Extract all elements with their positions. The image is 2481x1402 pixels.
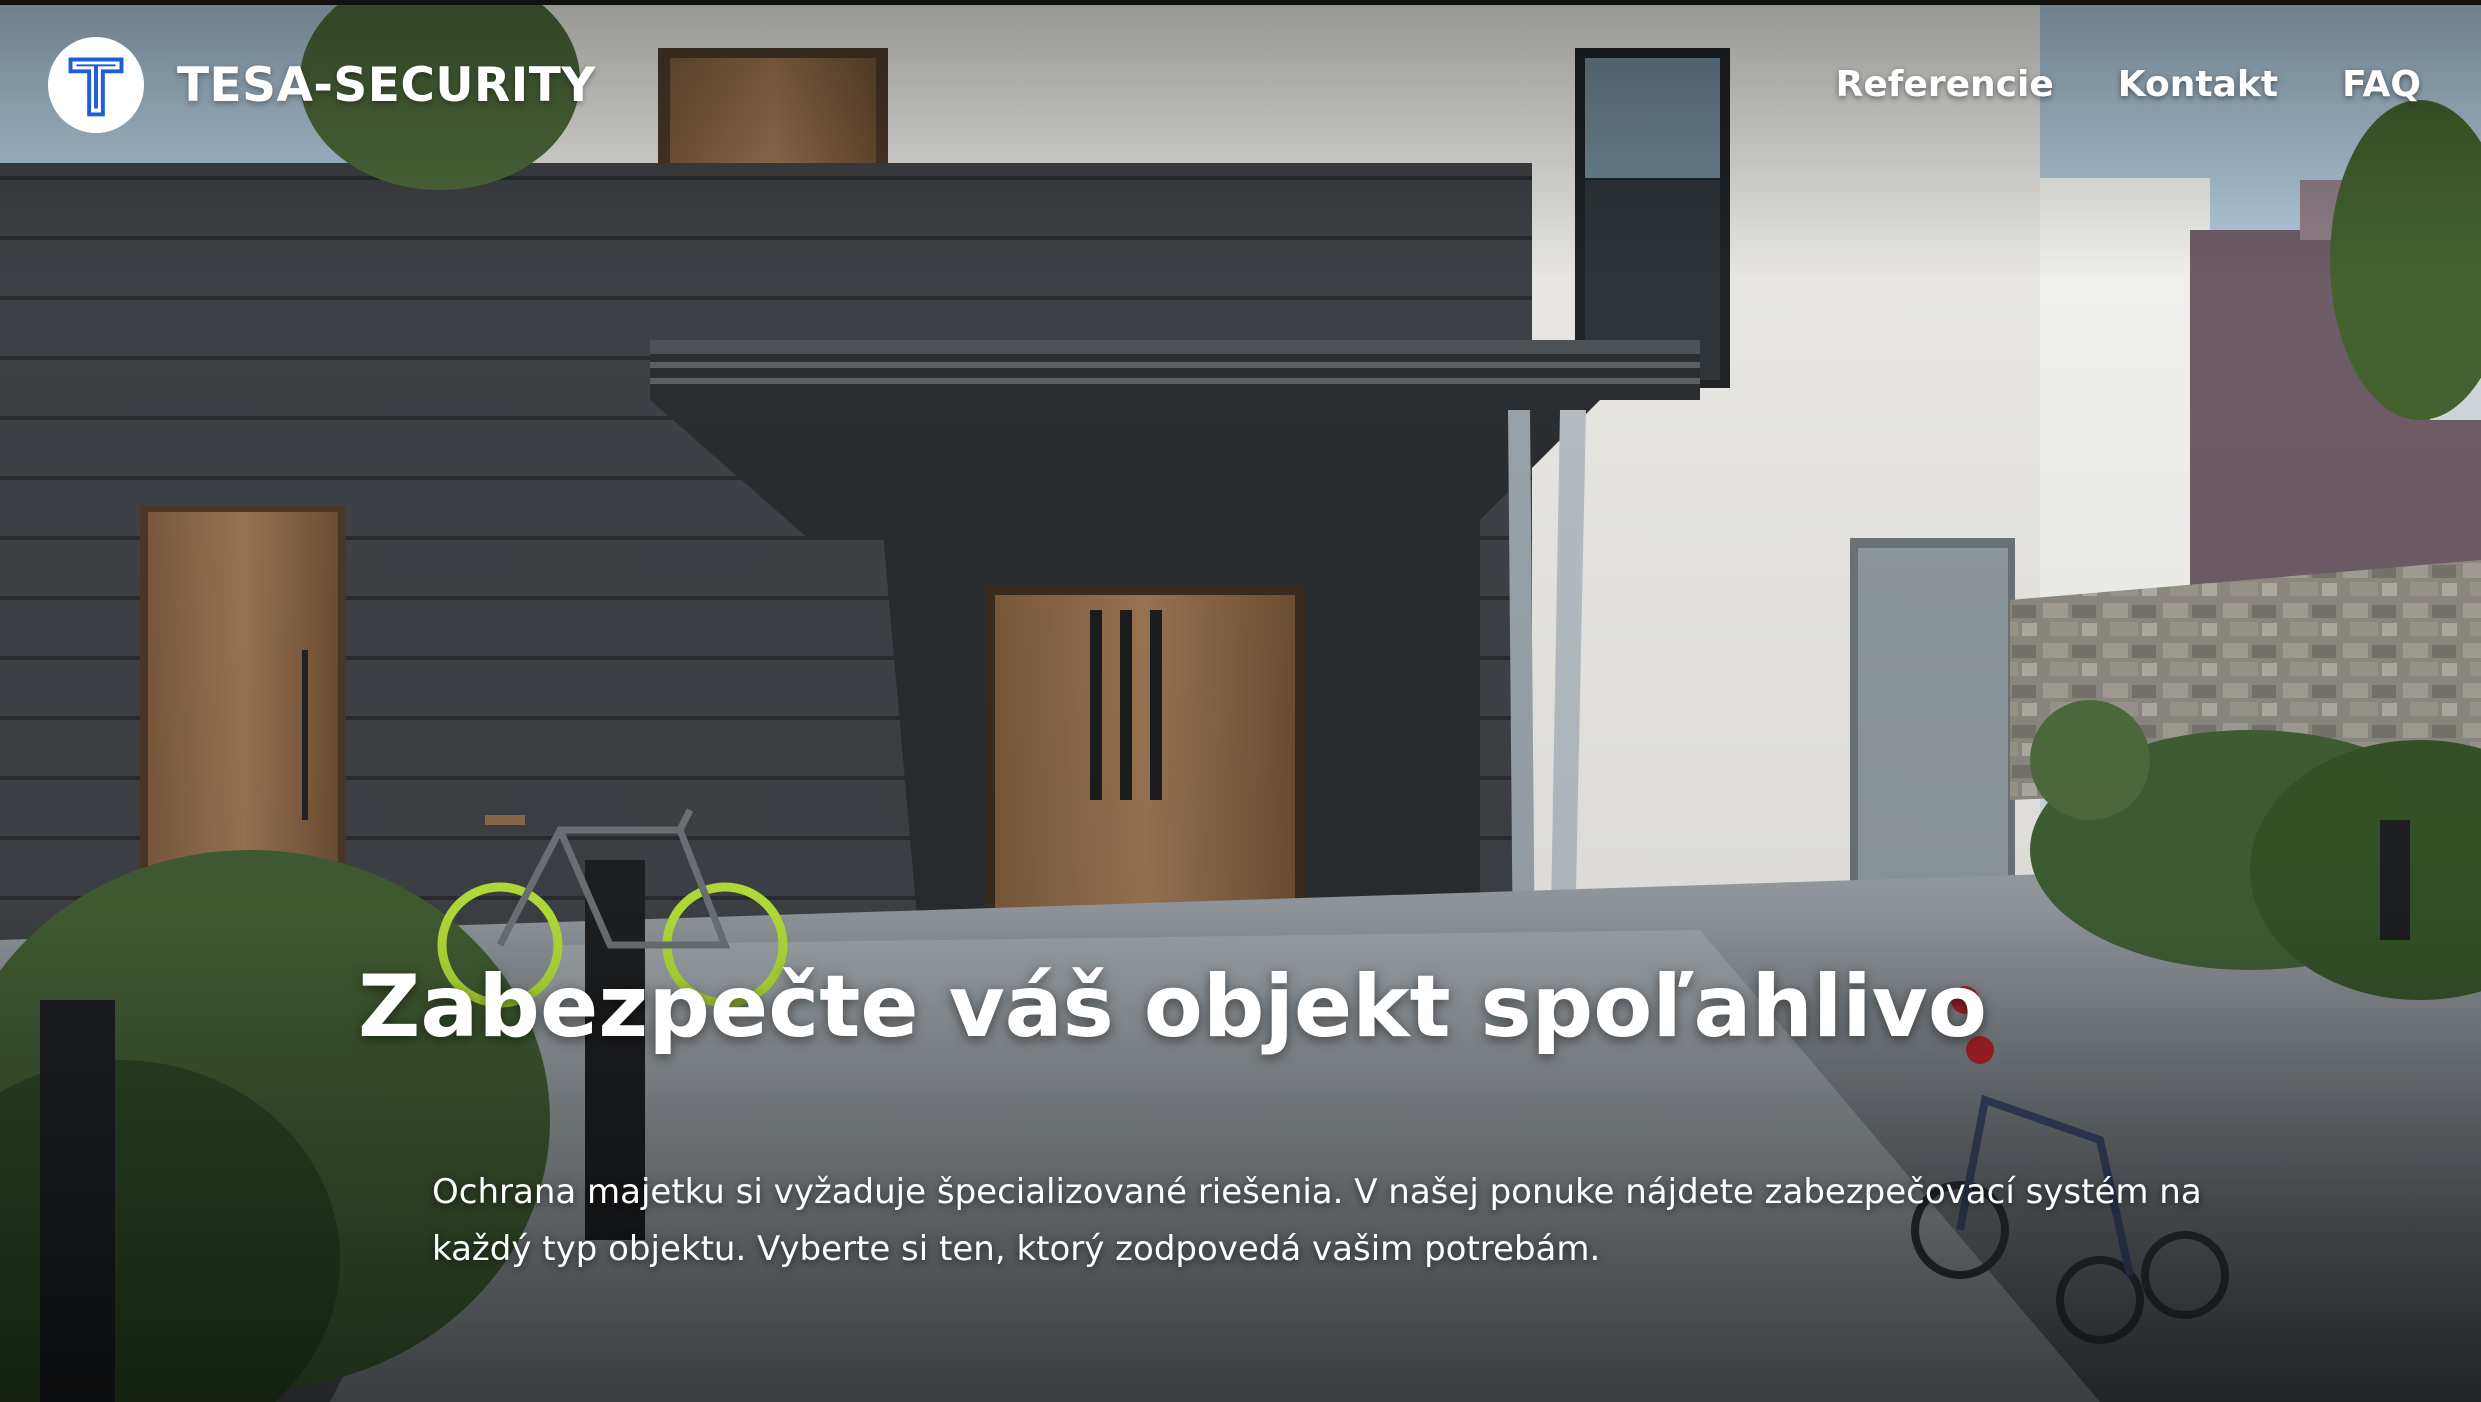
top-border (0, 0, 2481, 5)
hero-headline: Zabezpečte váš objekt spoľahlivo (358, 957, 1987, 1057)
brand-name: TESA-SECURITY (177, 57, 596, 113)
nav-link-kontakt[interactable]: Kontakt (2118, 64, 2278, 105)
hero-section: TESA-SECURITY Referencie Kontakt FAQ Zab… (0, 0, 2481, 1402)
nav-link-referencie[interactable]: Referencie (1836, 64, 2054, 105)
hero-description: Ochrana majetku si vyžaduje špecializova… (432, 1172, 2202, 1269)
nav-link-faq[interactable]: FAQ (2342, 64, 2421, 105)
home-logo-link[interactable]: TESA-SECURITY (47, 36, 596, 134)
main-menu: Referencie Kontakt FAQ (1772, 64, 2421, 105)
top-navigation: TESA-SECURITY Referencie Kontakt FAQ (0, 0, 2481, 170)
t-monogram-logo-icon (47, 36, 145, 134)
